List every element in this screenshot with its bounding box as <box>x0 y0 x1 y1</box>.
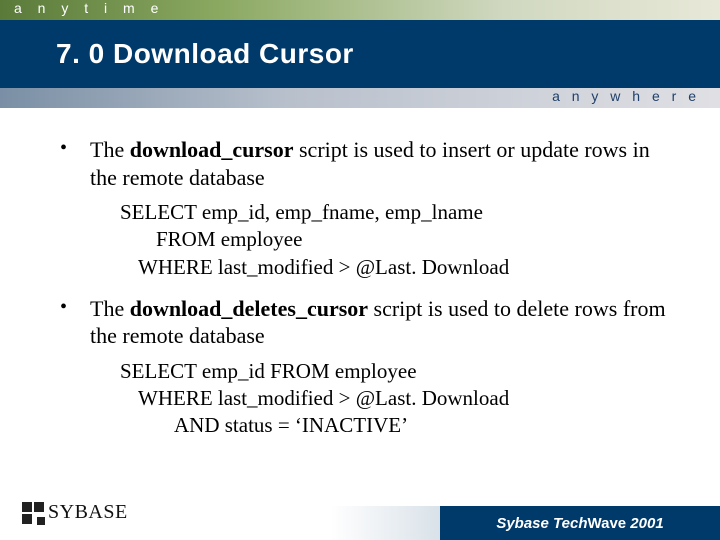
footer-mid: Wave <box>588 515 631 532</box>
bold-term: download_cursor <box>130 137 294 162</box>
title-band: 7. 0 Download Cursor <box>0 20 720 88</box>
bullet-item: • The download_deletes_cursor script is … <box>60 295 680 350</box>
bullet-dot: • <box>60 136 90 191</box>
sub-word: a n y w h e r e <box>552 88 700 104</box>
bullet-dot: • <box>60 295 90 350</box>
code-line: WHERE last_modified > @Last. Download <box>120 385 680 412</box>
text-fragment: The <box>90 296 130 321</box>
footer-prefix: Sybase Tech <box>496 515 587 532</box>
text-fragment: The <box>90 137 130 162</box>
code-line: AND status = ‘INACTIVE’ <box>120 412 680 439</box>
footer-band: Sybase TechWave 2001 <box>440 506 720 540</box>
bullet-text: The download_deletes_cursor script is us… <box>90 295 680 350</box>
footer-gradient <box>0 506 440 540</box>
top-gradient-strip: a n y t i m e <box>0 0 720 20</box>
slide-title: 7. 0 Download Cursor <box>56 38 354 70</box>
code-line: SELECT emp_id FROM employee <box>120 358 680 385</box>
bullet-item: • The download_cursor script is used to … <box>60 136 680 191</box>
bullet-text: The download_cursor script is used to in… <box>90 136 680 191</box>
code-line: FROM employee <box>120 226 680 253</box>
sub-gradient-strip: a n y w h e r e <box>0 88 720 108</box>
footer-year: 2001 <box>630 515 663 532</box>
code-block: SELECT emp_id FROM employee WHERE last_m… <box>120 358 680 440</box>
code-line: SELECT emp_id, emp_fname, emp_lname <box>120 199 680 226</box>
slide-content: • The download_cursor script is used to … <box>0 120 720 454</box>
code-line: WHERE last_modified > @Last. Download <box>120 254 680 281</box>
code-block: SELECT emp_id, emp_fname, emp_lname FROM… <box>120 199 680 281</box>
bold-term: download_deletes_cursor <box>130 296 368 321</box>
top-word: a n y t i m e <box>14 0 164 16</box>
